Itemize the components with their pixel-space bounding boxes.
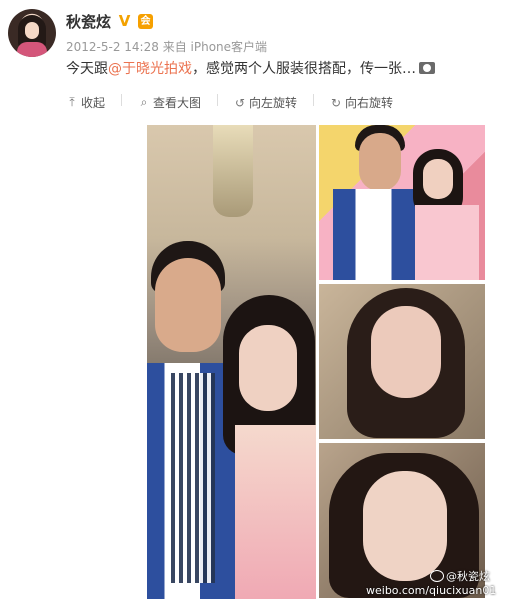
man-face bbox=[155, 258, 221, 352]
username[interactable]: 秋瓷炫 bbox=[66, 11, 111, 32]
post-text-before: 今天跟 bbox=[66, 61, 108, 77]
post-meta: 2012-5-2 14:28 来自 iPhone客户端 bbox=[66, 38, 267, 55]
collapse-up-icon: ⤒ bbox=[69, 95, 75, 109]
rotate-right-label: 向右旋转 bbox=[345, 96, 394, 110]
view-large-label: 查看大图 bbox=[153, 96, 202, 110]
collapse-label: 收起 bbox=[81, 96, 106, 110]
woman-face bbox=[371, 306, 441, 398]
photo-middle-right[interactable] bbox=[319, 284, 485, 439]
user-line: 秋瓷炫 V 会 bbox=[66, 11, 154, 32]
photo-top-right[interactable] bbox=[319, 125, 485, 280]
avatar-face bbox=[25, 22, 39, 39]
man-vest bbox=[333, 189, 423, 280]
toolbar-divider bbox=[121, 94, 123, 106]
woman-face bbox=[423, 159, 453, 199]
post-text-after: ，感觉两个人服装很搭配，传一张… bbox=[192, 61, 416, 77]
photo-toolbar: ⤒ 收起 ⌕ 查看大图 ↺ 向左旋转 ↻ 向右旋转 bbox=[66, 94, 393, 111]
camera-icon bbox=[419, 62, 435, 74]
mention-link[interactable]: @于晓光拍戏 bbox=[108, 58, 192, 78]
post-time[interactable]: 2012-5-2 14:28 bbox=[66, 40, 159, 54]
watermark-handle: @秋瓷炫 bbox=[430, 568, 490, 584]
avatar[interactable] bbox=[8, 9, 56, 57]
magnifier-icon: ⌕ bbox=[140, 95, 148, 109]
watermark-handle-text: @秋瓷炫 bbox=[446, 570, 490, 583]
rotate-left-button[interactable]: ↺ 向左旋转 bbox=[234, 94, 297, 111]
chandelier bbox=[213, 125, 253, 217]
checkered-scarf bbox=[171, 373, 215, 583]
woman-face bbox=[239, 325, 297, 411]
level-badge-icon: 会 bbox=[138, 13, 154, 29]
rotate-left-icon: ↺ bbox=[235, 95, 246, 110]
view-large-button[interactable]: ⌕ 查看大图 bbox=[138, 94, 201, 111]
man-face bbox=[359, 133, 401, 191]
post-source: 来自 iPhone客户端 bbox=[162, 40, 268, 54]
verified-v-icon: V bbox=[118, 11, 131, 30]
woman-dress bbox=[235, 425, 316, 599]
watermark-url: weibo.com/qiucixuan01 bbox=[366, 584, 497, 597]
photo-main-couple[interactable] bbox=[147, 125, 316, 599]
avatar-dress bbox=[17, 42, 47, 57]
post-text: 今天跟 @于晓光拍戏 ，感觉两个人服装很搭配，传一张… bbox=[66, 58, 435, 78]
weibo-logo-icon bbox=[430, 570, 444, 582]
toolbar-divider bbox=[217, 94, 219, 106]
collapse-button[interactable]: ⤒ 收起 bbox=[66, 94, 105, 111]
rotate-right-button[interactable]: ↻ 向右旋转 bbox=[330, 94, 393, 111]
rotate-right-icon: ↻ bbox=[331, 95, 342, 110]
rotate-left-label: 向左旋转 bbox=[249, 96, 298, 110]
woman-face bbox=[363, 471, 447, 581]
woman-dress bbox=[415, 205, 479, 280]
toolbar-divider bbox=[313, 94, 315, 106]
